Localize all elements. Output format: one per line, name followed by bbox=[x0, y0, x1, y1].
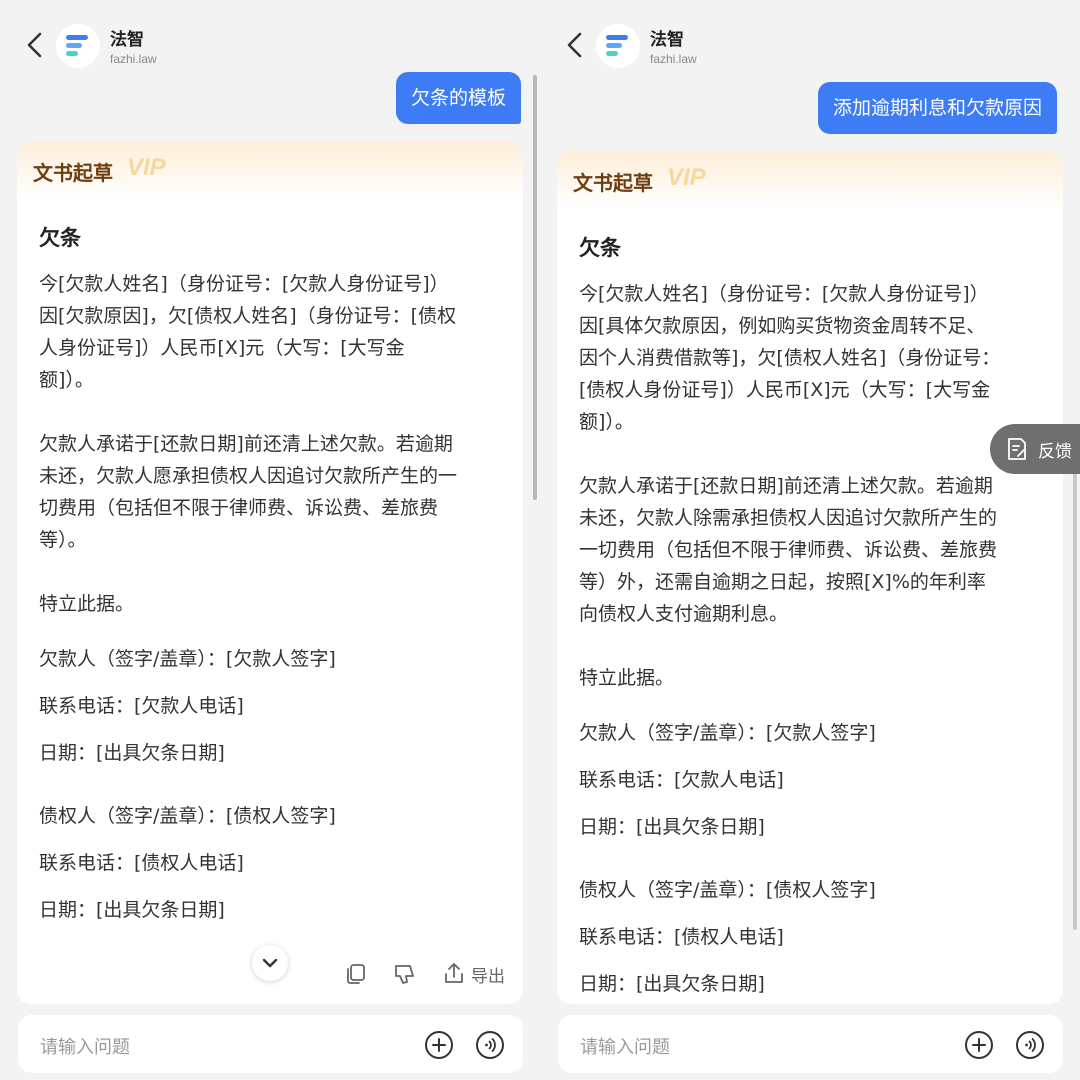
document-title: 欠条 bbox=[579, 236, 621, 260]
text-line: 因[欠款原因]，欠[债权人姓名]（身份证号：[债权 bbox=[39, 305, 457, 327]
paragraph-debt: 今[欠款人姓名]（身份证号：[欠款人身份证号]） 因[欠款原因]，欠[债权人姓名… bbox=[39, 268, 503, 396]
text-line: 欠款人承诺于[还款日期]前还清上述欠款。若逾期 bbox=[39, 433, 453, 455]
app-name: 法智 bbox=[110, 30, 144, 50]
dislike-button[interactable] bbox=[392, 960, 418, 988]
copy-icon bbox=[347, 964, 365, 984]
back-arrow-icon[interactable] bbox=[22, 30, 48, 60]
text-line: 等）外，还需自逾期之日起，按照[X]%的年利率 bbox=[579, 571, 986, 593]
text-line: 今[欠款人姓名]（身份证号：[欠款人身份证号]） bbox=[579, 283, 989, 305]
copy-button[interactable] bbox=[343, 960, 369, 988]
text-line: 向债权人支付逾期利息。 bbox=[579, 603, 789, 625]
scrollbar[interactable] bbox=[1073, 460, 1077, 930]
text-line: 等）。 bbox=[39, 529, 87, 551]
text-line: 今[欠款人姓名]（身份证号：[欠款人身份证号]） bbox=[39, 273, 449, 295]
creditor-date: 日期：[出具欠条日期] bbox=[39, 899, 225, 921]
export-button[interactable]: 导出 bbox=[441, 960, 505, 988]
text-line: 因[具体欠款原因，例如购买货物资金周转不足、 bbox=[579, 315, 986, 337]
vip-badge: VIP bbox=[667, 164, 706, 191]
voice-icon[interactable] bbox=[1015, 1030, 1045, 1060]
creditor-signature: 债权人（签字/盖章）：[债权人签字] bbox=[39, 805, 336, 827]
user-message-bubble: 欠条的模板 bbox=[396, 72, 522, 124]
question-input[interactable]: 请输入问题 bbox=[18, 1015, 523, 1073]
chevron-down-icon bbox=[262, 958, 278, 968]
debtor-signature: 欠款人（签字/盖章）：[欠款人签字] bbox=[39, 648, 336, 670]
share-export-icon bbox=[445, 963, 463, 983]
right-chat-panel: 法智 fazhi.law 添加逾期利息和欠款原因 文书起草 VIP 欠条 今[欠… bbox=[540, 0, 1080, 1080]
debtor-phone: 联系电话：[欠款人电话] bbox=[579, 769, 784, 791]
card-header: 文书起草 VIP bbox=[557, 152, 1063, 208]
paragraph-repayment: 欠款人承诺于[还款日期]前还清上述欠款。若逾期 未还，欠款人除需承担债权人因追讨… bbox=[579, 470, 1043, 630]
paragraph-repayment: 欠款人承诺于[还款日期]前还清上述欠款。若逾期 未还，欠款人愿承担债权人因追讨欠… bbox=[39, 428, 503, 556]
card-label: 文书起草 bbox=[573, 171, 653, 195]
scrollbar[interactable] bbox=[533, 75, 537, 500]
document-body: 欠条 今[欠款人姓名]（身份证号：[欠款人身份证号]） 因[欠款原因]，欠[债权… bbox=[39, 220, 503, 934]
input-placeholder: 请输入问题 bbox=[40, 1037, 130, 1058]
text-line: 切费用（包括但不限于律师费、诉讼费、差旅费 bbox=[39, 497, 439, 519]
app-logo-icon bbox=[56, 24, 100, 68]
creditor-signature: 债权人（签字/盖章）：[债权人签字] bbox=[579, 879, 876, 901]
back-arrow-icon[interactable] bbox=[562, 30, 588, 60]
debtor-date: 日期：[出具欠条日期] bbox=[579, 816, 765, 838]
add-icon[interactable] bbox=[964, 1030, 994, 1060]
creditor-phone: 联系电话：[债权人电话] bbox=[579, 926, 784, 948]
scroll-down-button[interactable] bbox=[252, 945, 288, 981]
question-input[interactable]: 请输入问题 bbox=[558, 1015, 1063, 1073]
top-bar: 法智 fazhi.law bbox=[0, 0, 540, 72]
add-icon[interactable] bbox=[424, 1030, 454, 1060]
document-card: 文书起草 VIP 欠条 今[欠款人姓名]（身份证号：[欠款人身份证号]） 因[具… bbox=[557, 152, 1063, 1004]
debtor-date: 日期：[出具欠条日期] bbox=[39, 742, 225, 764]
document-card: 文书起草 VIP 欠条 今[欠款人姓名]（身份证号：[欠款人身份证号]） 因[欠… bbox=[17, 142, 523, 1004]
creditor-phone: 联系电话：[债权人电话] bbox=[39, 852, 244, 874]
top-bar: 法智 fazhi.law bbox=[540, 0, 1080, 72]
text-line: 人身份证号]）人民币[X]元（大写：[大写金 bbox=[39, 337, 405, 359]
text-line: 因个人消费借款等]，欠[债权人姓名]（身份证号： bbox=[579, 347, 1001, 369]
feedback-icon bbox=[1008, 438, 1026, 460]
debtor-signature: 欠款人（签字/盖章）：[欠款人签字] bbox=[579, 722, 876, 744]
text-line: 额]）。 bbox=[579, 411, 634, 433]
user-message-bubble: 添加逾期利息和欠款原因 bbox=[818, 82, 1058, 134]
input-placeholder: 请输入问题 bbox=[580, 1037, 670, 1058]
paragraph-debt: 今[欠款人姓名]（身份证号：[欠款人身份证号]） 因[具体欠款原因，例如购买货物… bbox=[579, 278, 1043, 438]
vip-badge: VIP bbox=[127, 154, 166, 181]
feedback-button[interactable]: 反馈 bbox=[990, 424, 1080, 474]
text-line: 未还，欠款人愿承担债权人因追讨欠款所产生的一 bbox=[39, 465, 458, 487]
left-chat-panel: 法智 fazhi.law 欠条的模板 文书起草 VIP 欠条 今[欠款人姓名]（… bbox=[0, 0, 540, 1080]
debtor-phone: 联系电话：[欠款人电话] bbox=[39, 695, 244, 717]
text-line: 额]）。 bbox=[39, 369, 94, 391]
app-domain: fazhi.law bbox=[110, 52, 157, 66]
app-logo-icon bbox=[596, 24, 640, 68]
feedback-label: 反馈 bbox=[1038, 441, 1072, 462]
closing-text: 特立此据。 bbox=[39, 593, 135, 615]
text-line: 未还，欠款人除需承担债权人因追讨欠款所产生的 bbox=[579, 507, 998, 529]
app-domain: fazhi.law bbox=[650, 52, 697, 66]
voice-icon[interactable] bbox=[475, 1030, 505, 1060]
app-name: 法智 bbox=[650, 30, 684, 50]
text-line: 一切费用（包括但不限于律师费、诉讼费、差旅费 bbox=[579, 539, 998, 561]
text-line: [债权人身份证号]）人民币[X]元（大写：[大写金 bbox=[579, 379, 991, 401]
document-title: 欠条 bbox=[39, 226, 81, 250]
thumbs-down-icon bbox=[395, 965, 414, 984]
document-body: 欠条 今[欠款人姓名]（身份证号：[欠款人身份证号]） 因[具体欠款原因，例如购… bbox=[579, 230, 1043, 1004]
card-label: 文书起草 bbox=[33, 161, 113, 185]
export-label: 导出 bbox=[471, 966, 505, 987]
text-line: 欠款人承诺于[还款日期]前还清上述欠款。若逾期 bbox=[579, 475, 993, 497]
closing-text: 特立此据。 bbox=[579, 667, 675, 689]
creditor-date: 日期：[出具欠条日期] bbox=[579, 973, 765, 995]
card-header: 文书起草 VIP bbox=[17, 142, 523, 198]
